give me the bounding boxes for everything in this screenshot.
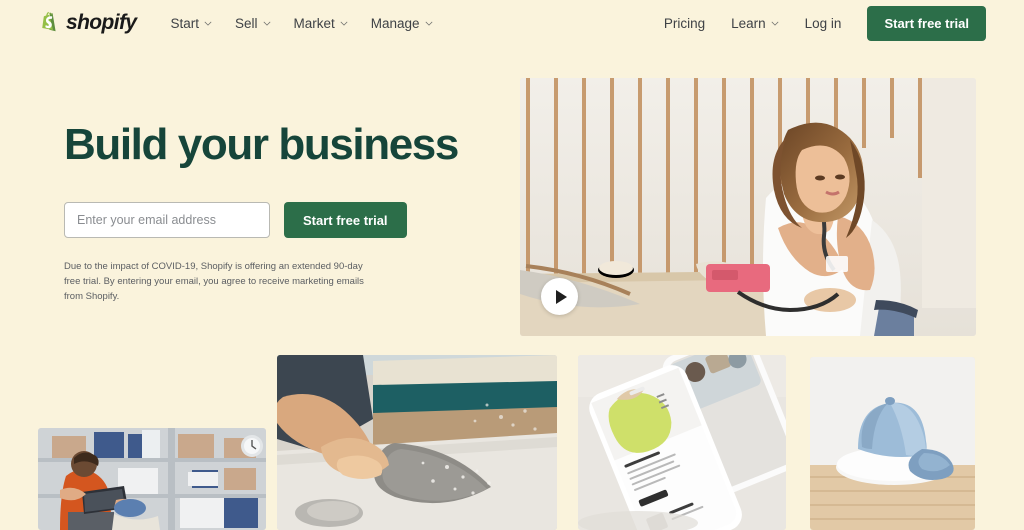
gallery-image-surfboard[interactable]	[277, 355, 557, 530]
nav-item-sell[interactable]: Sell	[235, 16, 271, 31]
nav-item-sell-label: Sell	[235, 15, 258, 31]
site-header: shopify Start Sell Market Manage Pricing	[0, 0, 1024, 46]
hero-start-free-trial-button[interactable]: Start free trial	[284, 202, 407, 239]
warehouse-image	[38, 428, 266, 530]
signup-form: Start free trial	[64, 202, 494, 239]
gallery-image-cap[interactable]	[810, 357, 975, 530]
hero-content: Build your business Start free trial Due…	[64, 120, 494, 304]
page-title: Build your business	[64, 120, 459, 169]
shopify-logo[interactable]: shopify	[38, 11, 137, 36]
nav-item-start-label: Start	[170, 15, 199, 31]
nav-item-start[interactable]: Start	[170, 16, 212, 31]
nav-link-pricing[interactable]: Pricing	[664, 16, 705, 31]
surfboard-image	[277, 355, 557, 530]
shopify-wordmark: shopify	[66, 11, 137, 34]
hero-video-thumbnail[interactable]	[520, 78, 976, 336]
email-field[interactable]	[64, 202, 270, 239]
gallery-image-warehouse[interactable]	[38, 428, 266, 530]
chevron-down-icon	[425, 21, 433, 26]
play-icon	[555, 289, 567, 304]
nav-item-manage-label: Manage	[370, 15, 420, 31]
primary-navigation: Start Sell Market Manage	[170, 16, 433, 31]
chevron-down-icon	[771, 21, 779, 26]
gallery-image-phones[interactable]	[578, 355, 786, 530]
nav-link-learn-label: Learn	[731, 15, 766, 31]
nav-link-learn[interactable]: Learn	[731, 16, 779, 31]
nav-item-market-label: Market	[293, 15, 335, 31]
shopify-bag-icon	[42, 11, 56, 31]
shopify-landing-page: shopify Start Sell Market Manage Pricing	[0, 0, 1024, 530]
chevron-down-icon	[263, 21, 270, 26]
cap-image	[810, 357, 975, 530]
nav-link-login[interactable]: Log in	[805, 16, 842, 31]
hero-video-image	[520, 78, 976, 336]
phones-image	[578, 355, 786, 530]
legal-disclaimer: Due to the impact of COVID-19, Shopify i…	[64, 261, 364, 302]
nav-item-market[interactable]: Market	[294, 16, 348, 31]
chevron-down-icon	[340, 21, 348, 26]
secondary-navigation: Pricing Learn Log in Start free trial	[664, 5, 986, 41]
header-start-free-trial-button[interactable]: Start free trial	[867, 5, 986, 41]
video-play-button[interactable]	[541, 278, 578, 315]
chevron-down-icon	[204, 21, 212, 26]
nav-item-manage[interactable]: Manage	[371, 16, 433, 31]
